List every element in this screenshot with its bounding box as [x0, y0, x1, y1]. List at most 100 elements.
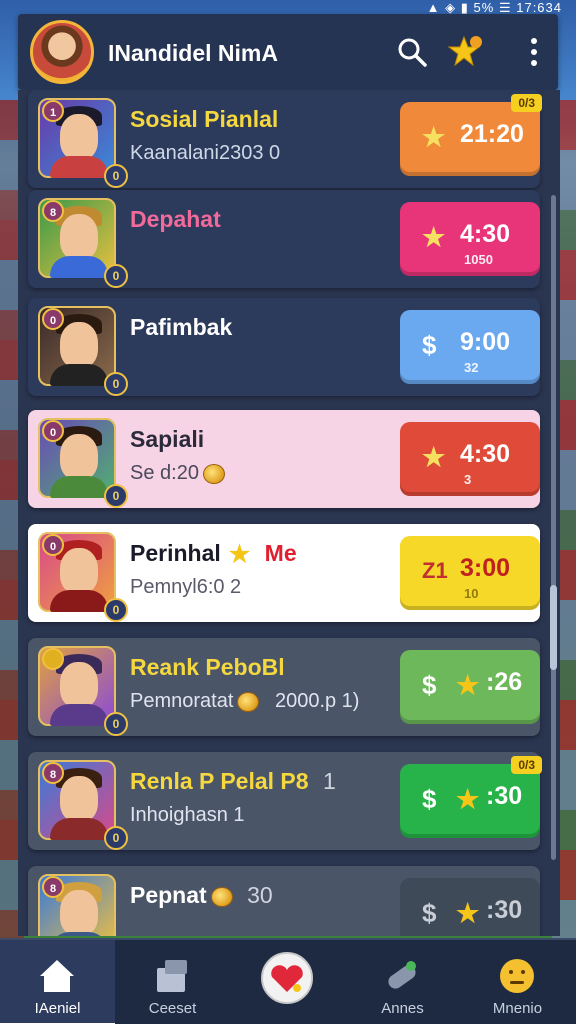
reward-button[interactable]: $ ★ :30	[400, 878, 540, 936]
level-badge: 0	[104, 826, 128, 850]
reward-button[interactable]: $ ★ :30 0/3	[400, 756, 542, 838]
list-item[interactable]: 0 0 Perinhal ★ Me Pemnyl6:0 2 Z1 3:00 10	[28, 524, 540, 622]
name-suffix: 1	[322, 768, 336, 794]
coin-icon	[210, 886, 233, 907]
reward-time: :30	[486, 782, 523, 810]
list-item[interactable]: 0 Reank PeboBl Pemnoratat 2000.p 1) $ ★ …	[28, 638, 540, 736]
rank-badge: 8	[42, 200, 64, 222]
star-icon: ★	[456, 898, 480, 928]
portrait-face	[60, 322, 98, 368]
list-item[interactable]: 8 0 Renla P Pelal P8 1 Inhoighasn 1 $ ★ …	[28, 752, 542, 850]
rank-badge: 8	[42, 876, 64, 898]
rank-badge: 1	[42, 100, 64, 122]
player-portrait: 0 0	[38, 306, 128, 396]
player-portrait: 0	[38, 646, 128, 736]
reward-button[interactable]: $ ★ :26	[400, 650, 540, 724]
page-title: INandidel NimA	[108, 40, 278, 66]
nav-menu[interactable]: Mnenio	[460, 940, 576, 1024]
scrollbar-thumb[interactable]	[550, 585, 557, 670]
player-name: Reank PeboBl	[130, 654, 285, 680]
star-icon: ★	[456, 670, 480, 700]
star-icon: ★	[228, 541, 251, 569]
player-subtitle: Inhoighasn 1	[130, 804, 245, 826]
portrait-face	[60, 434, 98, 480]
portrait-body	[50, 704, 108, 726]
profile-avatar[interactable]	[30, 20, 94, 84]
scrollbar-track[interactable]	[551, 195, 556, 860]
nav-favorites[interactable]	[230, 940, 345, 1024]
star-icon: ★	[422, 122, 446, 152]
reward-time: 3:00	[460, 554, 511, 582]
battery-level: 5%	[473, 0, 495, 15]
coin-icon	[202, 463, 225, 484]
coin-badge-icon	[42, 648, 64, 670]
name-suffix: 30	[247, 882, 273, 908]
star-badge-icon[interactable]	[448, 34, 484, 70]
player-name: Perinhal ★ Me	[130, 540, 297, 569]
portrait-face	[60, 776, 98, 822]
list-item[interactable]: 0 0 Sapiali Se d:20 ★ 4:30 3	[28, 410, 540, 508]
player-name: Sosial Pianlal	[130, 106, 279, 132]
reward-time: 9:00	[460, 328, 511, 356]
level-badge: 0	[104, 712, 128, 736]
status-badge: 0/3	[511, 94, 542, 112]
player-portrait: 8 0	[38, 760, 128, 850]
list-item[interactable]: 1 0 Sosial Pianlal Kaanalani2303 0 ★ 21:…	[28, 90, 542, 188]
tag-icon	[388, 961, 416, 989]
subtitle-text: Pemnoratat	[130, 690, 234, 712]
player-portrait: 0 0	[38, 532, 128, 622]
reward-button[interactable]: ★ 4:30 3	[400, 422, 540, 496]
reward-button[interactable]: $ 9:00 32	[400, 310, 540, 384]
signal-icon: ▲ ◈ ▮	[426, 0, 469, 15]
coin-icon	[237, 691, 260, 712]
list-item[interactable]: 0 0 Pafimbak $ 9:00 32	[28, 298, 540, 396]
player-name: Depahat	[130, 206, 221, 232]
nav-home[interactable]: IAeniel	[0, 940, 115, 1024]
player-portrait: 0 0	[38, 418, 128, 508]
search-icon[interactable]	[396, 36, 428, 68]
level-badge: 0	[104, 598, 128, 622]
reward-time: 4:30	[460, 220, 511, 248]
name-text: Renla P Pelal P8	[130, 768, 309, 794]
portrait-face	[60, 548, 98, 594]
portrait-face	[60, 114, 98, 160]
portrait-body	[50, 156, 108, 178]
list-item[interactable]: 8 0 Depahat ★ 4:30 1050	[28, 190, 540, 288]
portrait-face	[60, 662, 98, 708]
more-vert-icon[interactable]	[524, 36, 544, 68]
star-icon: ★	[422, 222, 446, 252]
app-header: INandidel NimA	[18, 14, 558, 90]
nav-cards[interactable]: Ceeset	[115, 940, 230, 1024]
nav-menu-label: Mnenio	[492, 1000, 543, 1017]
star-icon: ★	[422, 442, 446, 472]
dollar-icon: $	[422, 670, 437, 700]
player-name: Renla P Pelal P8 1	[130, 768, 336, 795]
name-text: Perinhal	[130, 540, 221, 566]
star-icon: ★	[456, 784, 480, 814]
bottom-navigation: IAeniel Ceeset Annes Mnenio	[0, 938, 576, 1024]
dollar-icon: $	[422, 330, 437, 360]
wifi-icon: ☰	[498, 0, 512, 15]
dollar-icon: $	[422, 784, 437, 814]
reward-time: 4:30	[460, 440, 511, 468]
reward-subtext: 1050	[464, 252, 493, 267]
rank-badge: 0	[42, 420, 64, 442]
level-badge: 0	[104, 164, 128, 188]
dollar-icon: $	[422, 898, 437, 928]
status-badge: 0/3	[511, 756, 542, 774]
reward-subtext: 32	[464, 360, 479, 375]
clock: 17:634	[516, 0, 562, 15]
leaderboard-list[interactable]: 1 0 Sosial Pianlal Kaanalani2303 0 ★ 21:…	[18, 90, 560, 936]
portrait-body	[50, 256, 108, 278]
cards-icon	[157, 960, 187, 992]
portrait-body	[50, 364, 108, 386]
list-item[interactable]: 8 Pepnat 30 $ ★ :30	[28, 866, 540, 936]
player-portrait: 8	[38, 874, 116, 936]
player-name: Pepnat 30	[130, 882, 273, 909]
reward-time: 21:20	[460, 120, 524, 148]
reward-button[interactable]: ★ 21:20 0/3	[400, 94, 542, 176]
nav-annes[interactable]: Annes	[345, 940, 460, 1024]
reward-button[interactable]: Z1 3:00 10	[400, 536, 540, 610]
portrait-body	[50, 818, 108, 840]
reward-button[interactable]: ★ 4:30 1050	[400, 202, 540, 276]
